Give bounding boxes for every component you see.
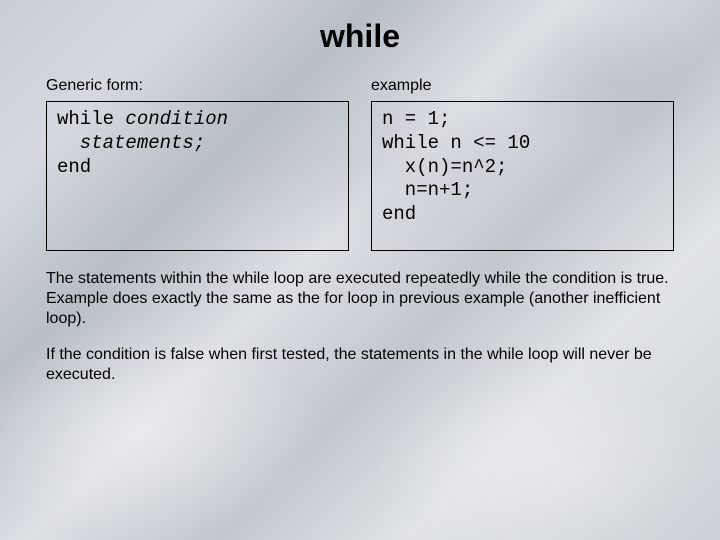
- description-paragraph-2: If the condition is false when first tes…: [46, 345, 674, 385]
- generic-form-code: while condition statements; end: [46, 101, 349, 251]
- generic-form-label: Generic form:: [46, 77, 349, 95]
- example-column: example n = 1; while n <= 10 x(n)=n^2; n…: [371, 77, 674, 251]
- example-label: example: [371, 77, 674, 95]
- columns: Generic form: while condition statements…: [46, 77, 674, 251]
- code-text: while: [57, 108, 125, 130]
- code-text: while n <= 10: [382, 132, 530, 154]
- code-text: end: [382, 203, 416, 225]
- example-code: n = 1; while n <= 10 x(n)=n^2; n=n+1; en…: [371, 101, 674, 251]
- page-title: while: [46, 18, 674, 55]
- code-text: statements;: [57, 132, 205, 154]
- code-text: n = 1;: [382, 108, 450, 130]
- code-text: n=n+1;: [382, 179, 473, 201]
- code-text: condition: [125, 108, 228, 130]
- slide: while Generic form: while condition stat…: [0, 0, 720, 540]
- code-text: x(n)=n^2;: [382, 156, 507, 178]
- code-text: end: [57, 156, 91, 178]
- description-paragraph-1: The statements within the while loop are…: [46, 269, 674, 329]
- generic-form-column: Generic form: while condition statements…: [46, 77, 349, 251]
